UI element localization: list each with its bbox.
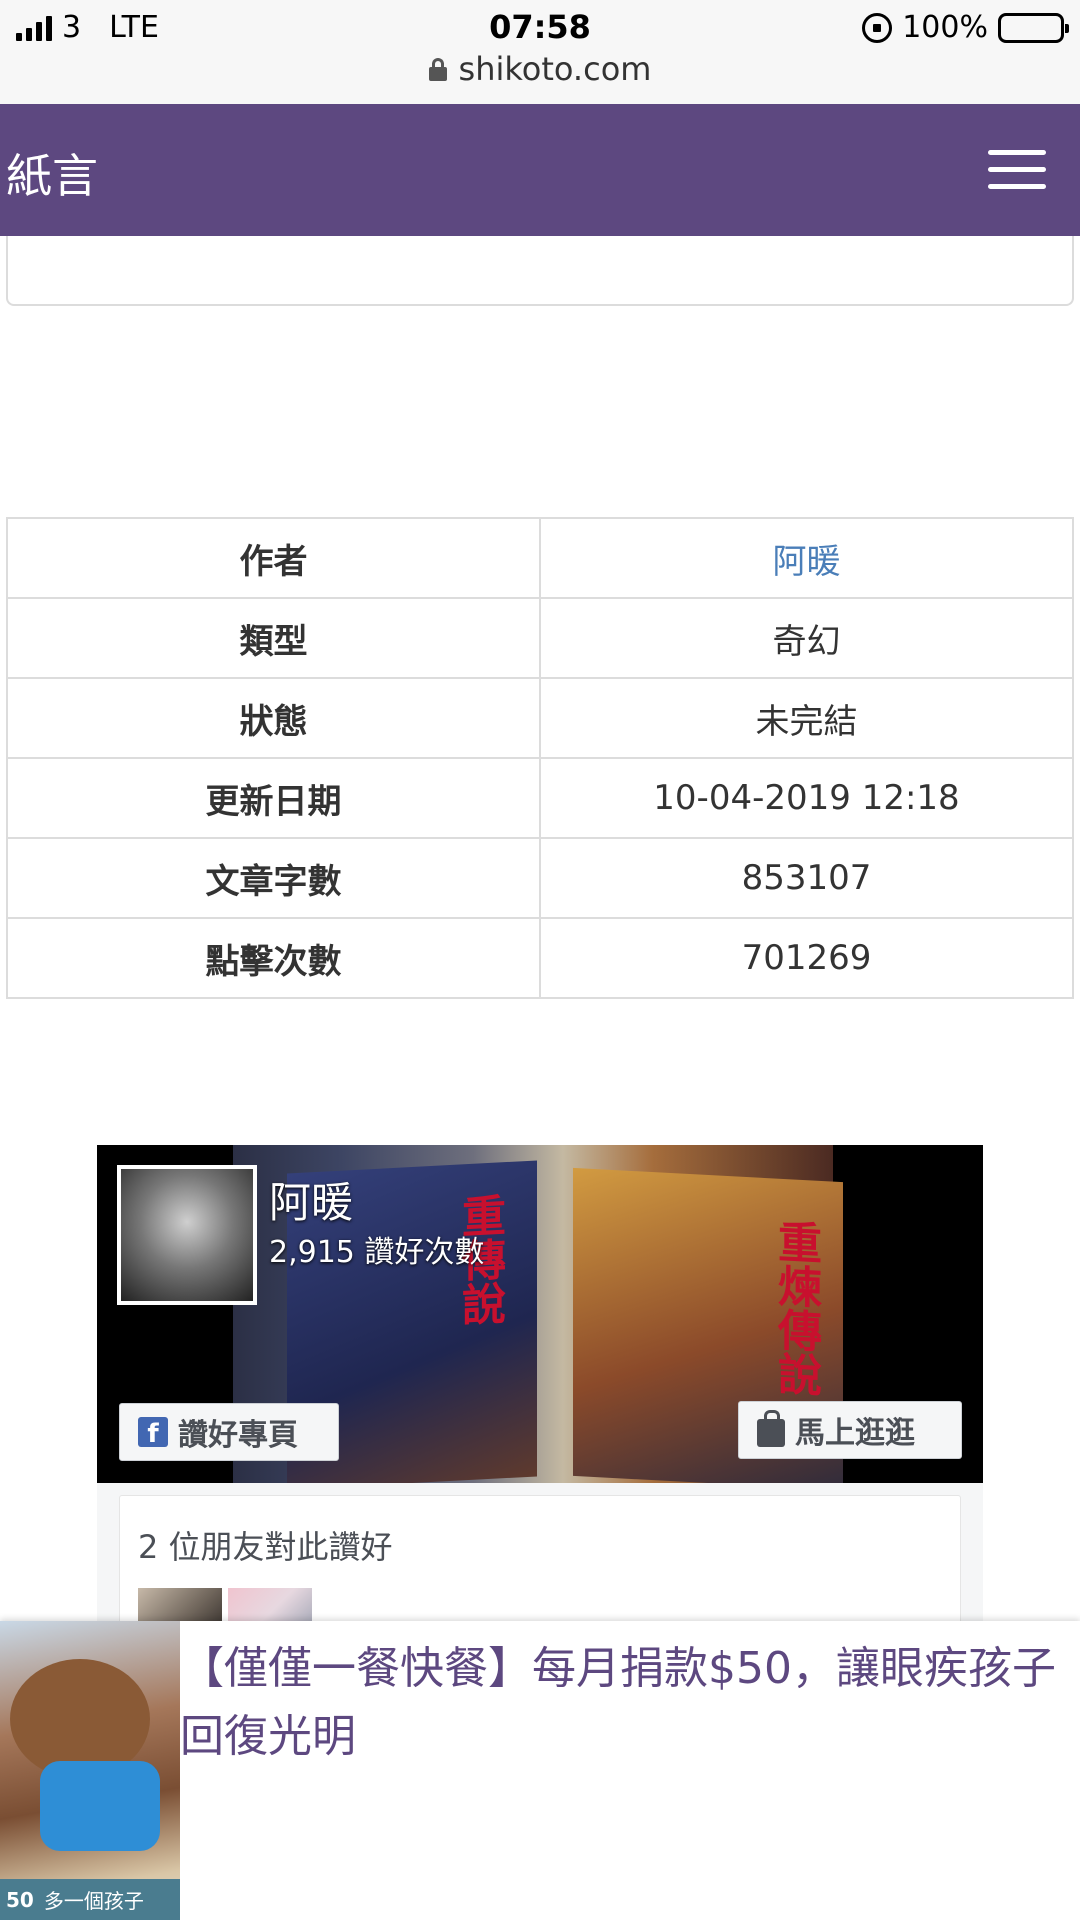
book-2-title: 重煉傳說 [770,1218,821,1397]
site-navbar: 紙言 [0,104,1080,236]
row-label: 類型 [6,597,541,679]
table-row: 文章字數 853107 [6,837,1074,919]
ad-image[interactable]: 50 多一個孩子 [0,1621,180,1920]
ad-headline-line-2: 回復光明 [180,1711,356,1762]
row-value: 奇幻 [539,597,1074,679]
row-label: 狀態 [6,677,541,759]
bear-shirt [40,1761,160,1851]
row-value: 853107 [539,837,1074,919]
status-bar: 3 LTE 07:58 100% shikoto.com [0,0,1080,104]
shop-now-label: 馬上逛逛 [795,1416,915,1451]
row-value: 10-04-2019 12:18 [539,757,1074,839]
battery-icon [998,12,1069,43]
facebook-icon: f [138,1417,168,1447]
table-row: 類型 奇幻 [6,597,1074,679]
page-name[interactable]: 阿暖 [269,1169,353,1230]
content-card-bottom [6,236,1074,306]
like-page-label: 讚好專頁 [178,1418,298,1453]
status-right: 100% [862,10,1069,45]
table-row: 作者 阿暖 [6,517,1074,599]
friends-like-box: 2 位朋友對此讚好 [119,1495,961,1638]
orientation-lock-icon [862,12,893,43]
ad-headline[interactable]: 【僅僅一餐快餐】每月捐款$50，讓眼疾孩子 回復光明 [180,1635,1080,1771]
ad-headline-line-1: 【僅僅一餐快餐】每月捐款$50，讓眼疾孩子 [180,1643,1056,1694]
friends-like-text: 2 位朋友對此讚好 [138,1528,393,1566]
ad-image-caption: 50 多一個孩子 [0,1879,180,1920]
row-label: 文章字數 [6,837,541,919]
ad-tag-text: 多一個孩子 [43,1889,144,1913]
shopping-bag-icon [757,1410,785,1447]
novel-info-table: 作者 阿暖 類型 奇幻 狀態 未完結 更新日期 10-04-2019 12:18… [6,517,1074,999]
battery-percent: 100% [902,10,988,45]
site-brand[interactable]: 紙言 [6,140,98,206]
page-avatar[interactable] [117,1165,257,1305]
author-link[interactable]: 阿暖 [539,517,1074,599]
table-row: 更新日期 10-04-2019 12:18 [6,757,1074,839]
row-value: 未完結 [539,677,1074,759]
bottom-ad-banner[interactable]: 50 多一個孩子 【僅僅一餐快餐】每月捐款$50，讓眼疾孩子 回復光明 [0,1621,1080,1920]
facebook-page-cover[interactable]: 重傳說 重煉傳說 阿暖 2,915 讚好次數 f 讚好專頁 馬上逛逛 [97,1145,983,1483]
like-page-button[interactable]: f 讚好專頁 [119,1403,339,1461]
row-label: 更新日期 [6,757,541,839]
page-likes-count: 2,915 讚好次數 [269,1235,485,1270]
shop-now-button[interactable]: 馬上逛逛 [738,1401,962,1459]
row-label: 點擊次數 [6,917,541,999]
table-row: 點擊次數 701269 [6,917,1074,999]
ad-tag-amount: 50 [6,1887,34,1912]
url-bar[interactable]: shikoto.com [0,50,1080,88]
facebook-widget-body: 2 位朋友對此讚好 [97,1483,983,1638]
url-text: shikoto.com [458,50,652,88]
row-label: 作者 [6,517,541,599]
row-value: 701269 [539,917,1074,999]
padlock-icon [428,58,447,81]
table-row: 狀態 未完結 [6,677,1074,759]
menu-icon[interactable] [988,150,1046,190]
